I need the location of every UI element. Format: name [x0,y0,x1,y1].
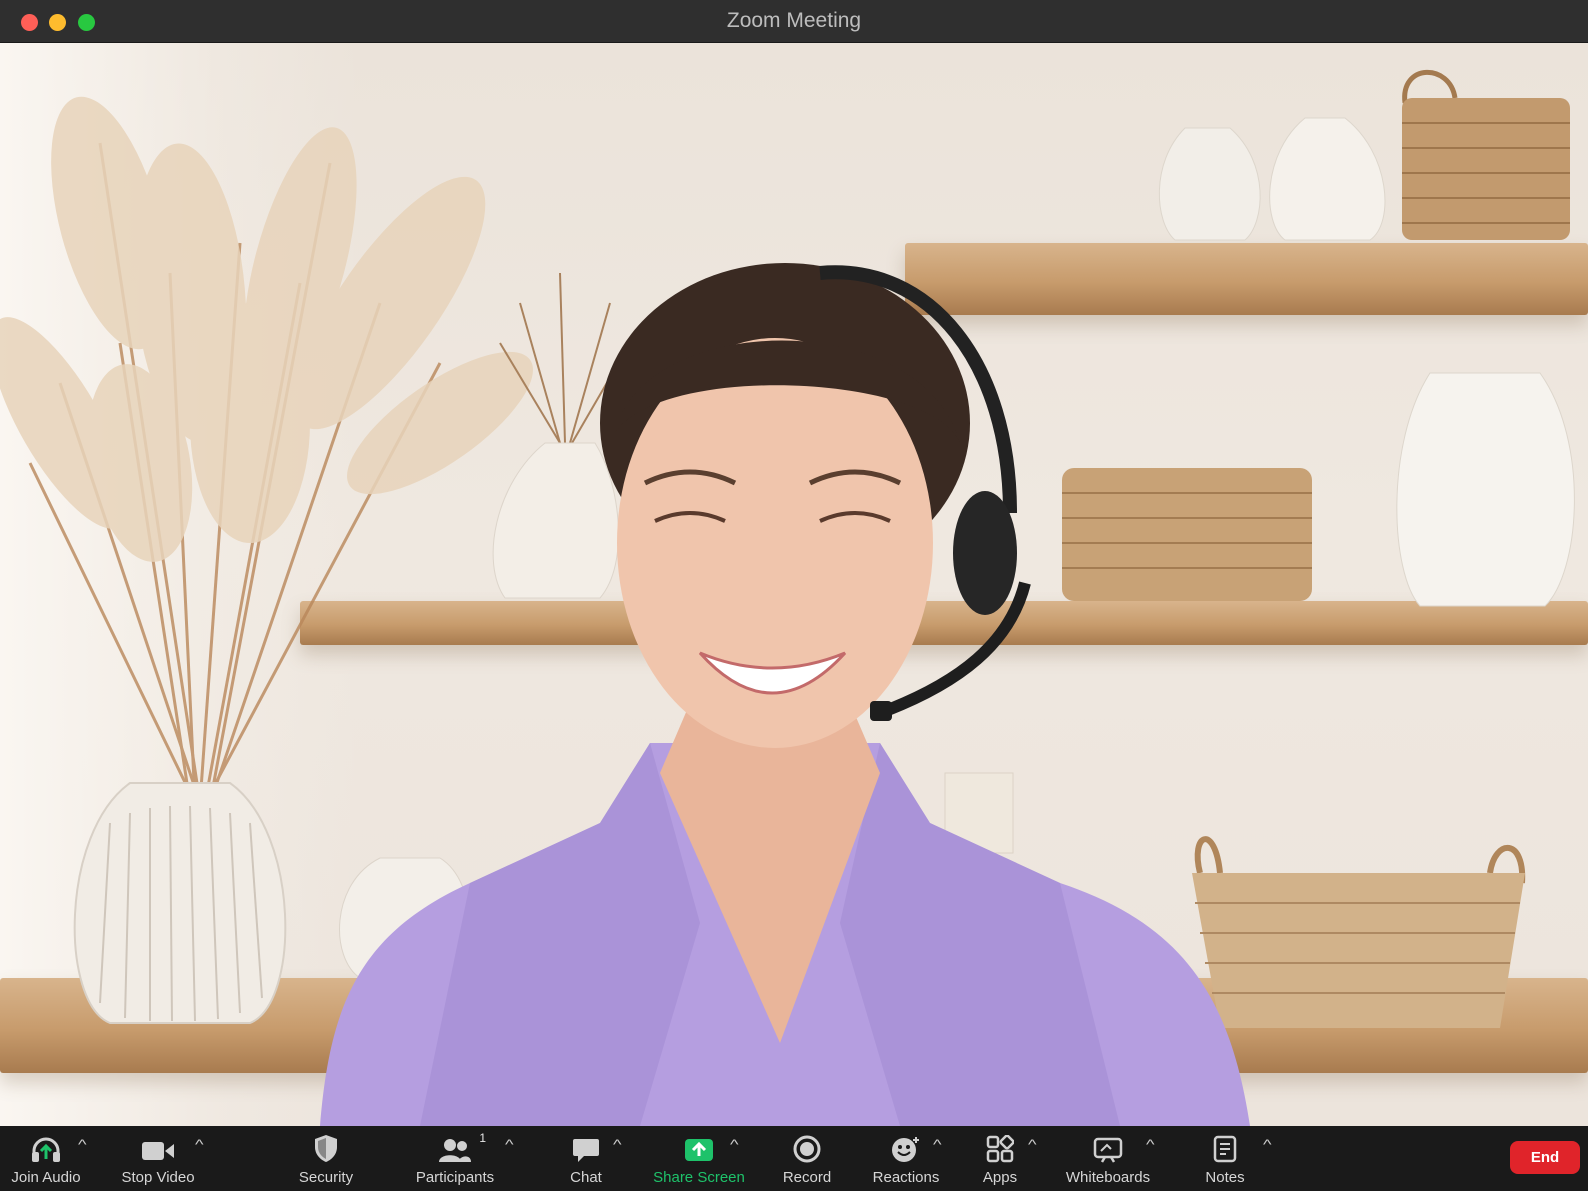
whiteboards-label: Whiteboards [1065,1169,1151,1186]
apps-options-caret[interactable]: ^ [1028,1136,1037,1152]
participants-label: Participants [415,1169,495,1186]
shield-icon [313,1133,339,1163]
window-title: Zoom Meeting [726,9,862,32]
basket-middle [1062,468,1312,601]
notes-button[interactable]: Notes [1196,1126,1254,1191]
notes-icon [1212,1133,1238,1163]
title-bar: Zoom Meeting [0,0,1588,43]
whiteboards-button[interactable]: Whiteboards [1062,1126,1154,1191]
ribbed-vase [73,782,287,1024]
participants-options-caret[interactable]: ^ [505,1136,514,1152]
apps-button[interactable]: Apps [974,1126,1026,1191]
stop-video-label: Stop Video [121,1169,195,1186]
record-icon [793,1133,821,1163]
reactions-options-caret[interactable]: ^ [933,1136,942,1152]
vase-top-1 [1158,127,1261,241]
meeting-toolbar: Join Audio ^ Stop Video ^ Security 1 Par… [0,1126,1588,1191]
record-button[interactable]: Record [774,1126,840,1191]
whiteboard-icon [1093,1133,1123,1163]
join-audio-button[interactable]: Join Audio [8,1126,84,1191]
join-audio-label: Join Audio [11,1169,81,1186]
smiley-icon [891,1133,921,1163]
notes-options-caret[interactable]: ^ [1263,1136,1272,1152]
security-button[interactable]: Security [290,1126,362,1191]
security-label: Security [298,1169,354,1186]
chat-options-caret[interactable]: ^ [613,1136,622,1152]
vase-top-2 [1269,117,1386,241]
share-arrow-icon [684,1133,714,1163]
people-icon: 1 [438,1131,486,1163]
share-screen-label: Share Screen [653,1169,745,1186]
video-camera-icon [141,1133,175,1163]
chat-bubble-icon [572,1133,600,1163]
reactions-label: Reactions [872,1169,940,1186]
stop-video-button[interactable]: Stop Video [118,1126,198,1191]
apps-label: Apps [982,1169,1018,1186]
chat-label: Chat [570,1169,602,1186]
record-label: Record [782,1169,832,1186]
background-scene [0,69,1575,1126]
whiteboards-options-caret[interactable]: ^ [1146,1136,1155,1152]
video-feed [0,43,1588,1126]
share-options-caret[interactable]: ^ [730,1136,739,1152]
basket-bottom [1192,836,1526,1028]
basket-top [1402,69,1570,240]
apps-icon [986,1133,1014,1163]
pampas-grass [0,96,533,804]
participants-count-badge: 1 [479,1131,486,1145]
end-meeting-button[interactable]: End [1510,1141,1580,1174]
chat-button[interactable]: Chat [556,1126,616,1191]
participants-button[interactable]: 1 Participants [410,1126,500,1191]
large-white-vase [1396,372,1575,607]
headphones-icon [30,1133,62,1163]
notes-label: Notes [1205,1169,1245,1186]
video-options-caret[interactable]: ^ [195,1136,204,1152]
audio-options-caret[interactable]: ^ [78,1136,87,1152]
